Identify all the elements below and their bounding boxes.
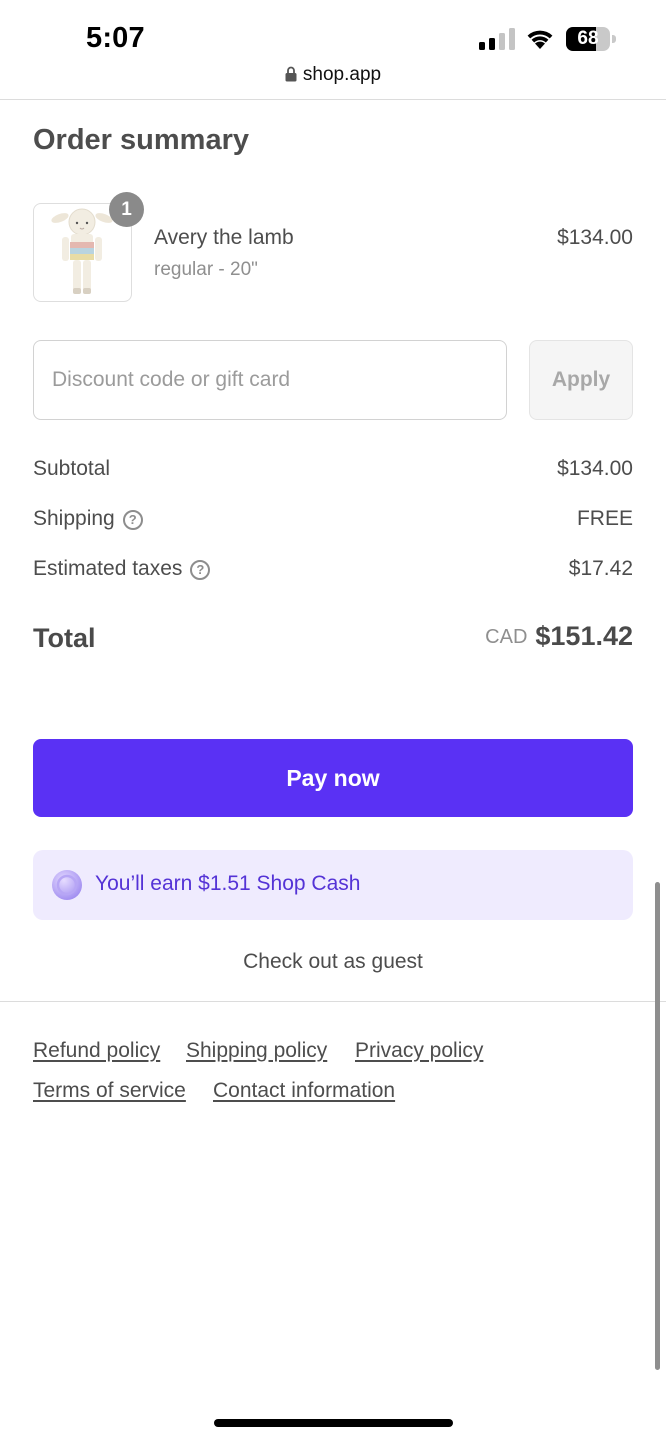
taxes-label: Estimated taxes	[33, 557, 183, 580]
url-text: shop.app	[302, 64, 382, 85]
status-time: 5:07	[86, 22, 145, 54]
privacy-policy-link[interactable]: Privacy policy	[355, 1039, 483, 1063]
battery-icon: 68	[566, 27, 616, 51]
contact-information-link[interactable]: Contact information	[213, 1079, 395, 1103]
shipping-label: Shipping	[33, 507, 115, 530]
status-bar: 5:07 68	[0, 0, 666, 62]
total-currency: CAD	[485, 626, 528, 648]
terms-of-service-link[interactable]: Terms of service	[33, 1079, 186, 1103]
wifi-icon	[527, 30, 553, 49]
shipping-value: FREE	[576, 507, 633, 530]
shop-cash-coin-icon	[52, 870, 82, 900]
taxes-value: $17.42	[568, 557, 633, 580]
total-label: Total	[33, 623, 96, 653]
discount-code-input[interactable]	[33, 340, 507, 420]
quantity-badge: 1	[109, 192, 144, 227]
product-price: $134.00	[557, 226, 633, 249]
taxes-help-icon[interactable]: ?	[190, 560, 211, 580]
lock-icon	[285, 66, 297, 82]
page-title: Order summary	[33, 124, 249, 156]
subtotal-value: $134.00	[557, 457, 633, 480]
shop-cash-banner: You’ll earn $1.51 Shop Cash	[33, 850, 633, 920]
shipping-help-icon[interactable]: ?	[122, 510, 143, 530]
home-indicator[interactable]	[214, 1419, 453, 1427]
apply-discount-button[interactable]: Apply	[529, 340, 633, 420]
header-divider	[0, 99, 666, 100]
product-name: Avery the lamb	[154, 226, 294, 249]
checkout-as-guest-link[interactable]: Check out as guest	[0, 950, 666, 974]
shipping-policy-link[interactable]: Shipping policy	[186, 1039, 327, 1063]
battery-level: 68	[577, 28, 599, 49]
taxes-row: Estimated taxes?	[33, 557, 211, 581]
pay-now-button[interactable]: Pay now	[33, 739, 633, 817]
address-bar[interactable]: shop.app	[0, 64, 666, 92]
subtotal-label: Subtotal	[33, 457, 111, 480]
total-value: CAD $151.42	[485, 621, 633, 652]
product-variant: regular - 20"	[154, 259, 258, 280]
scrollbar[interactable]	[655, 882, 660, 1370]
refund-policy-link[interactable]: Refund policy	[33, 1039, 160, 1063]
shop-cash-text: You’ll earn $1.51 Shop Cash	[95, 872, 361, 895]
footer-divider	[0, 1001, 666, 1002]
total-amount: $151.42	[535, 621, 633, 651]
shipping-row: Shipping?	[33, 507, 143, 531]
cellular-signal-icon	[479, 28, 515, 50]
